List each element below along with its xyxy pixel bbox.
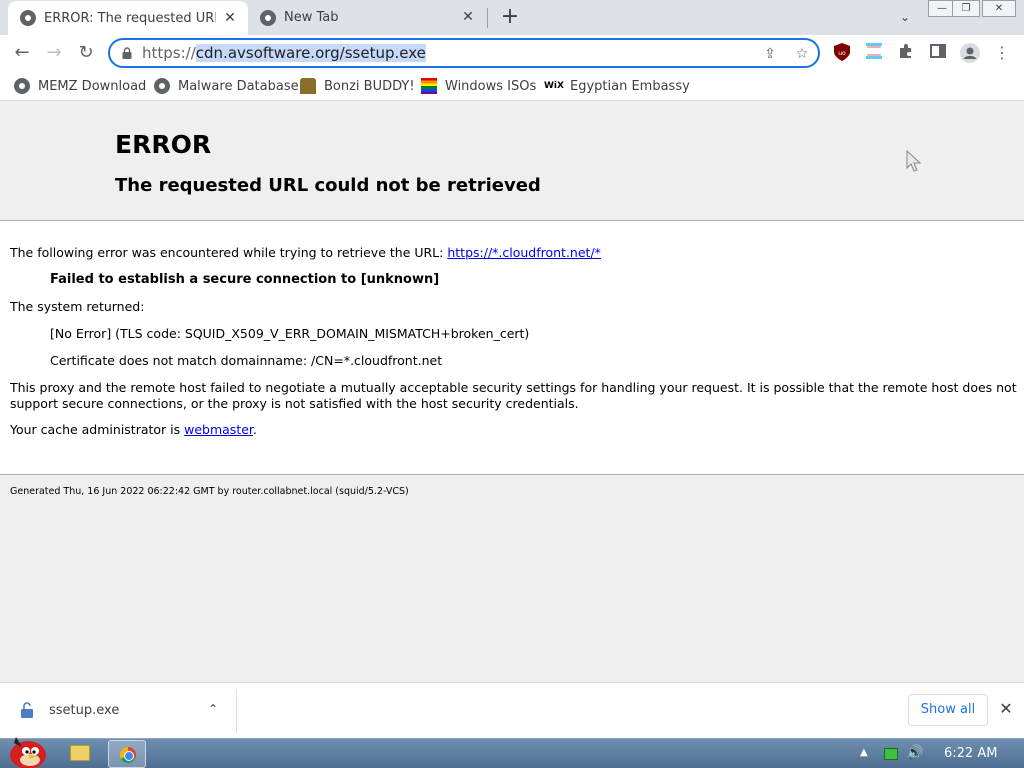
bookmark-egyptian-embassy[interactable]: WiX Egyptian Embassy <box>544 77 690 95</box>
globe-icon <box>154 78 170 94</box>
back-button[interactable]: ← <box>10 41 34 65</box>
error-heading: ERROR <box>115 130 212 159</box>
admin-text: Your cache administrator is webmaster. <box>10 422 257 437</box>
flag-extension-icon[interactable] <box>864 43 884 63</box>
forward-button[interactable]: → <box>42 41 66 65</box>
clock[interactable]: 6:22 AM <box>944 746 997 761</box>
error-url-link[interactable]: https://*.cloudfront.net/* <box>447 245 601 260</box>
ublock-icon[interactable]: uo <box>832 43 852 63</box>
volume-icon[interactable]: 🔊 <box>906 745 923 761</box>
download-shelf: ssetup.exe ⌃ Show all ✕ <box>0 682 1024 738</box>
tab-search-icon[interactable]: ⌄ <box>895 7 915 27</box>
error-subheading: The requested URL could not be retrieved <box>115 175 541 196</box>
bookmark-label: Windows ISOs <box>445 78 537 94</box>
proxy-explanation-line1: This proxy and the remote host failed to… <box>10 380 1017 395</box>
tls-code-text: [No Error] (TLS code: SQUID_X509_V_ERR_D… <box>50 326 530 341</box>
lock-icon[interactable] <box>121 47 133 59</box>
share-icon[interactable]: ⇪ <box>760 44 780 64</box>
bookmark-label: Egyptian Embassy <box>570 78 690 94</box>
download-file-name[interactable]: ssetup.exe <box>49 703 119 718</box>
mouse-cursor-icon <box>906 150 922 172</box>
intro-label: The following error was encountered whil… <box>10 245 448 260</box>
webmaster-link[interactable]: webmaster <box>184 422 253 437</box>
close-shelf-button[interactable]: ✕ <box>996 699 1016 719</box>
show-all-button[interactable]: Show all <box>908 694 988 726</box>
page-content: ERROR The requested URL could not be ret… <box>0 102 1024 682</box>
chrome-icon <box>120 747 136 763</box>
globe-icon <box>14 78 30 94</box>
bookmark-label: Bonzi BUDDY! <box>324 78 415 94</box>
tab-title: ERROR: The requested URL co <box>44 10 216 26</box>
taskbar-chrome-button[interactable] <box>108 740 146 768</box>
chevron-up-icon[interactable]: ⌃ <box>203 699 223 719</box>
toolbar: ← → ↻ https://cdn.avsoftware.org/ssetup.… <box>0 35 1024 71</box>
proxy-explanation-line2: support secure connections, or the proxy… <box>10 396 579 411</box>
close-tab-icon[interactable]: ✕ <box>460 9 476 25</box>
profile-avatar-icon[interactable] <box>960 43 980 63</box>
bonzi-icon <box>300 78 316 94</box>
tab-new-tab[interactable]: New Tab ✕ <box>250 0 486 35</box>
bookmark-memz-download[interactable]: MEMZ Download <box>14 77 146 95</box>
reload-button[interactable]: ↻ <box>74 41 98 65</box>
extensions-puzzle-icon[interactable] <box>896 43 916 63</box>
url-host: cdn.avsoftware.org/ssetup.exe <box>195 44 426 62</box>
restore-button[interactable]: ❐ <box>952 0 980 17</box>
close-tab-icon[interactable]: ✕ <box>222 10 238 26</box>
tray-expand-icon[interactable]: ▲ <box>860 747 868 758</box>
bookmark-star-icon[interactable]: ☆ <box>792 44 812 64</box>
explorer-folder-icon[interactable] <box>70 745 90 761</box>
error-header: ERROR The requested URL could not be ret… <box>0 102 1024 221</box>
bookmark-label: MEMZ Download <box>38 78 147 94</box>
window-close-button[interactable]: ✕ <box>982 0 1016 17</box>
taskbar: ▲ 🔊 6:22 AM <box>0 737 1024 768</box>
error-message: Failed to establish a secure connection … <box>50 272 440 287</box>
bookmark-label: Malware Database <box>178 78 299 94</box>
start-button-bird-icon[interactable] <box>4 731 48 768</box>
bookmark-windows-isos[interactable]: Windows ISOs <box>421 77 536 95</box>
menu-icon[interactable]: ⋮ <box>992 43 1012 63</box>
wix-icon: WiX <box>544 81 564 91</box>
download-lock-icon <box>21 702 33 718</box>
tab-title: New Tab <box>284 10 339 25</box>
svg-text:uo: uo <box>838 50 846 57</box>
new-tab-button[interactable]: + <box>498 5 522 29</box>
bookmark-bonzi-buddy[interactable]: Bonzi BUDDY! <box>300 77 415 95</box>
system-returned-label: The system returned: <box>10 299 145 314</box>
tab-separator <box>487 8 488 28</box>
download-separator <box>236 689 237 733</box>
tab-error[interactable]: ERROR: The requested URL co ✕ <box>8 1 248 35</box>
bookmarks-bar: MEMZ Download Malware Database Bonzi BUD… <box>0 71 1024 101</box>
chrome-icon <box>260 9 276 26</box>
cert-mismatch-text: Certificate does not match domainname: /… <box>50 353 443 368</box>
admin-label: Your cache administrator is <box>10 422 185 437</box>
page-footer: Generated Thu, 16 Jun 2022 06:22:42 GMT … <box>0 475 1024 682</box>
rainbow-flag-icon <box>421 78 437 94</box>
bookmark-malware-database[interactable]: Malware Database <box>154 77 299 95</box>
tab-strip: ERROR: The requested URL co ✕ New Tab ✕ … <box>0 0 1024 35</box>
globe-icon <box>20 10 36 26</box>
admin-suffix: . <box>252 422 257 437</box>
url-scheme: https:// <box>142 44 196 62</box>
address-bar[interactable]: https://cdn.avsoftware.org/ssetup.exe ⇪ … <box>108 38 820 68</box>
url-text[interactable]: https://cdn.avsoftware.org/ssetup.exe <box>142 44 426 62</box>
intro-text: The following error was encountered whil… <box>10 245 601 260</box>
network-icon[interactable] <box>884 748 898 760</box>
side-panel-icon[interactable] <box>928 43 948 63</box>
generated-timestamp: Generated Thu, 16 Jun 2022 06:22:42 GMT … <box>10 486 409 497</box>
